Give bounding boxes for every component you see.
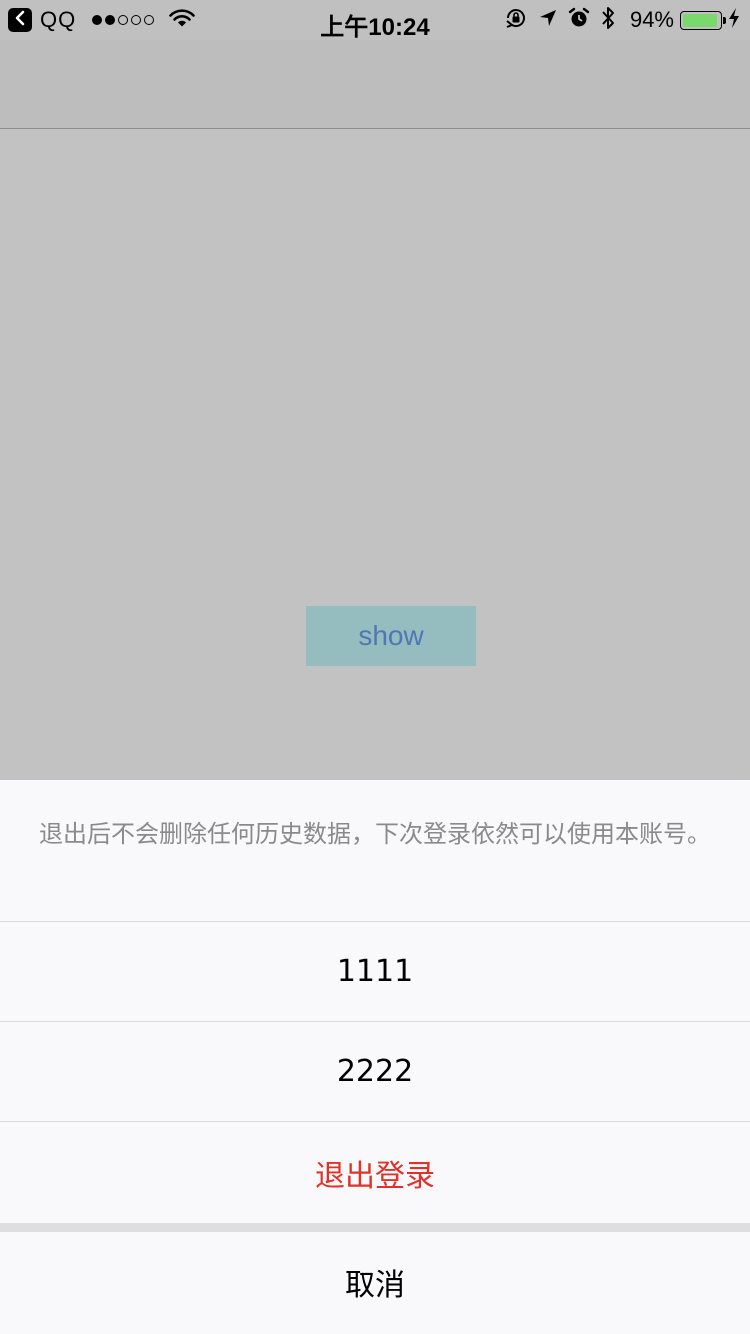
alarm-icon	[568, 7, 590, 33]
action-sheet: 退出后不会删除任何历史数据，下次登录依然可以使用本账号。 1111 2222 退…	[0, 780, 750, 1334]
battery-level-fill	[683, 13, 717, 27]
bluetooth-icon	[600, 5, 616, 35]
action-sheet-separator	[0, 1223, 750, 1232]
battery-icon	[680, 10, 726, 30]
status-bar-right: 94%	[494, 6, 740, 34]
action-option-2222[interactable]: 2222	[0, 1022, 750, 1122]
status-bar: QQ 上午10:24 94%	[0, 0, 750, 41]
orientation-lock-icon	[504, 6, 528, 34]
battery-percent: 94%	[629, 7, 674, 32]
cancel-button[interactable]: 取消	[0, 1232, 750, 1332]
action-sheet-message: 退出后不会删除任何历史数据，下次登录依然可以使用本账号。	[0, 780, 750, 922]
show-button[interactable]: show	[306, 606, 476, 666]
action-option-1111[interactable]: 1111	[0, 922, 750, 1022]
location-arrow-icon	[538, 8, 558, 32]
screen: QQ 上午10:24 94% show 退出后不会删除任何历史数据，下次登录依然…	[0, 0, 750, 1334]
navigation-bar	[0, 40, 750, 129]
charging-bolt-icon	[728, 7, 740, 33]
logout-button[interactable]: 退出登录	[0, 1122, 750, 1223]
